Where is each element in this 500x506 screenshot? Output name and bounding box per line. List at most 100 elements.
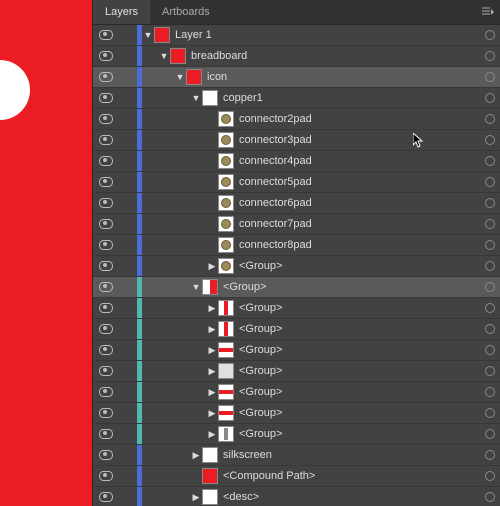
visibility-toggle[interactable]: [93, 429, 119, 439]
layer-name[interactable]: copper1: [223, 92, 480, 104]
layer-name[interactable]: connector3pad: [239, 134, 480, 146]
visibility-toggle[interactable]: [93, 198, 119, 208]
visibility-toggle[interactable]: [93, 387, 119, 397]
layer-name[interactable]: <Group>: [239, 323, 480, 335]
layer-row[interactable]: ▼ breadboard: [93, 46, 500, 67]
layer-name[interactable]: icon: [207, 71, 480, 83]
visibility-toggle[interactable]: [93, 261, 119, 271]
selection-target[interactable]: [480, 492, 500, 502]
selection-target[interactable]: [480, 345, 500, 355]
selection-target[interactable]: [480, 156, 500, 166]
layer-name[interactable]: <Group>: [239, 302, 480, 314]
layer-row[interactable]: connector6pad: [93, 193, 500, 214]
selection-target[interactable]: [480, 135, 500, 145]
panel-menu-icon[interactable]: [476, 0, 500, 24]
layer-row[interactable]: ▼Layer 1: [93, 25, 500, 46]
layer-name[interactable]: connector5pad: [239, 176, 480, 188]
selection-target[interactable]: [480, 30, 500, 40]
selection-target[interactable]: [480, 93, 500, 103]
visibility-toggle[interactable]: [93, 93, 119, 103]
selection-target[interactable]: [480, 51, 500, 61]
layer-row[interactable]: ▶ <Group>: [93, 319, 500, 340]
layer-name[interactable]: connector2pad: [239, 113, 480, 125]
visibility-toggle[interactable]: [93, 156, 119, 166]
layer-row[interactable]: connector2pad: [93, 109, 500, 130]
layer-row[interactable]: ▶ <Group>: [93, 256, 500, 277]
selection-target[interactable]: [480, 324, 500, 334]
visibility-toggle[interactable]: [93, 366, 119, 376]
disclosure-arrow-icon[interactable]: ▶: [190, 492, 202, 503]
layer-row[interactable]: ▶<Group>: [93, 361, 500, 382]
layer-name[interactable]: Layer 1: [175, 29, 480, 41]
layer-row[interactable]: ▶ silkscreen: [93, 445, 500, 466]
visibility-toggle[interactable]: [93, 282, 119, 292]
layer-row[interactable]: connector8pad: [93, 235, 500, 256]
selection-target[interactable]: [480, 471, 500, 481]
disclosure-arrow-icon[interactable]: ▶: [190, 450, 202, 461]
layer-row[interactable]: ▼ icon: [93, 67, 500, 88]
layer-row[interactable]: <Compound Path>: [93, 466, 500, 487]
layer-row[interactable]: connector5pad: [93, 172, 500, 193]
visibility-toggle[interactable]: [93, 114, 119, 124]
tab-artboards[interactable]: Artboards: [150, 0, 222, 24]
selection-target[interactable]: [480, 177, 500, 187]
layer-row[interactable]: ▶<Group>: [93, 403, 500, 424]
layer-name[interactable]: <Group>: [239, 386, 480, 398]
selection-target[interactable]: [480, 366, 500, 376]
layer-row[interactable]: ▶ <desc>: [93, 487, 500, 506]
visibility-toggle[interactable]: [93, 471, 119, 481]
visibility-toggle[interactable]: [93, 492, 119, 502]
selection-target[interactable]: [480, 261, 500, 271]
disclosure-arrow-icon[interactable]: ▶: [206, 324, 218, 335]
visibility-toggle[interactable]: [93, 72, 119, 82]
disclosure-arrow-icon[interactable]: ▼: [190, 93, 202, 103]
visibility-toggle[interactable]: [93, 324, 119, 334]
layer-row[interactable]: ▶ <Group>: [93, 424, 500, 445]
layer-name[interactable]: connector8pad: [239, 239, 480, 251]
selection-target[interactable]: [480, 240, 500, 250]
layer-row[interactable]: ▼ <Group>: [93, 277, 500, 298]
disclosure-arrow-icon[interactable]: ▶: [206, 261, 218, 272]
selection-target[interactable]: [480, 282, 500, 292]
layer-name[interactable]: connector6pad: [239, 197, 480, 209]
selection-target[interactable]: [480, 450, 500, 460]
disclosure-arrow-icon[interactable]: ▶: [206, 429, 218, 440]
layer-name[interactable]: <Group>: [239, 428, 480, 440]
selection-target[interactable]: [480, 387, 500, 397]
canvas-area[interactable]: [0, 0, 92, 506]
selection-target[interactable]: [480, 219, 500, 229]
layer-name[interactable]: <Group>: [239, 260, 480, 272]
selection-target[interactable]: [480, 408, 500, 418]
layer-name[interactable]: connector7pad: [239, 218, 480, 230]
layer-name[interactable]: <Compound Path>: [223, 470, 480, 482]
layer-row[interactable]: connector3pad: [93, 130, 500, 151]
layer-name[interactable]: <desc>: [223, 491, 480, 503]
disclosure-arrow-icon[interactable]: ▶: [206, 303, 218, 314]
layer-row[interactable]: ▶ <Group>: [93, 298, 500, 319]
visibility-toggle[interactable]: [93, 240, 119, 250]
layer-row[interactable]: ▶ <Group>: [93, 382, 500, 403]
disclosure-arrow-icon[interactable]: ▶: [206, 366, 218, 377]
disclosure-arrow-icon[interactable]: ▶: [206, 387, 218, 398]
disclosure-arrow-icon[interactable]: ▼: [190, 282, 202, 292]
layer-name[interactable]: connector4pad: [239, 155, 480, 167]
disclosure-arrow-icon[interactable]: ▼: [158, 51, 170, 61]
layer-name[interactable]: <Group>: [239, 344, 480, 356]
visibility-toggle[interactable]: [93, 177, 119, 187]
layer-name[interactable]: <Group>: [223, 281, 480, 293]
visibility-toggle[interactable]: [93, 345, 119, 355]
disclosure-arrow-icon[interactable]: ▼: [174, 72, 186, 82]
layer-row[interactable]: connector4pad: [93, 151, 500, 172]
visibility-toggle[interactable]: [93, 30, 119, 40]
visibility-toggle[interactable]: [93, 450, 119, 460]
disclosure-arrow-icon[interactable]: ▶: [206, 345, 218, 356]
tab-layers[interactable]: Layers: [93, 0, 150, 24]
selection-target[interactable]: [480, 303, 500, 313]
layer-name[interactable]: silkscreen: [223, 449, 480, 461]
selection-target[interactable]: [480, 198, 500, 208]
layer-name[interactable]: breadboard: [191, 50, 480, 62]
visibility-toggle[interactable]: [93, 408, 119, 418]
layer-row[interactable]: ▶ <Group>: [93, 340, 500, 361]
disclosure-arrow-icon[interactable]: ▶: [206, 408, 218, 419]
visibility-toggle[interactable]: [93, 303, 119, 313]
